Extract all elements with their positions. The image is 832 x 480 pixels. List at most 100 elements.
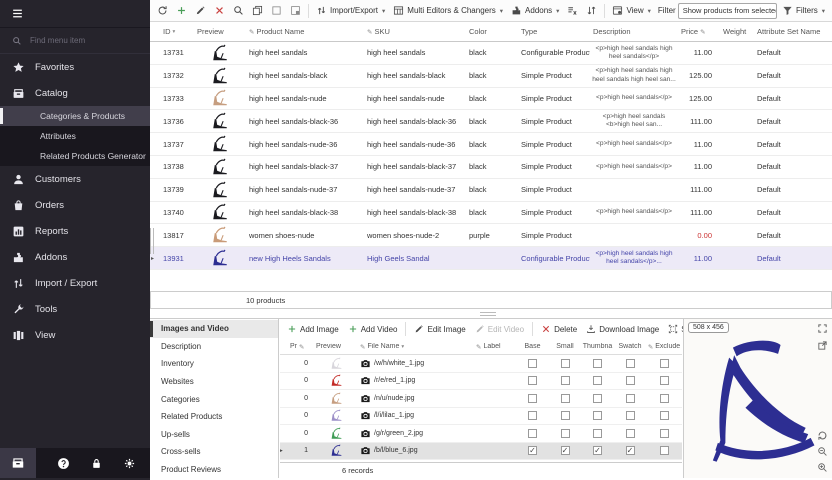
checkbox-thumbnail[interactable]: ✓: [593, 446, 602, 455]
column-header-base[interactable]: Base: [516, 343, 549, 350]
checkbox-small[interactable]: [561, 359, 570, 368]
image-row[interactable]: 0/g/r/green_2.jpg: [280, 425, 682, 443]
zoom-in-icon[interactable]: [817, 462, 828, 473]
checkbox-swatch[interactable]: [626, 394, 635, 403]
image-row[interactable]: 0/n/u/nude.jpg: [280, 390, 682, 408]
column-header-id[interactable]: ID▾: [160, 27, 194, 36]
lock-icon[interactable]: [90, 457, 103, 470]
checkbox-swatch[interactable]: [626, 376, 635, 385]
checkbox-exclude[interactable]: [660, 359, 669, 368]
image-row[interactable]: 0/w/h/white_1.jpg: [280, 355, 682, 373]
sidebar-item-reports[interactable]: Reports: [0, 218, 150, 244]
tab-up-sells[interactable]: Up-sells: [150, 426, 278, 444]
sidebar-item-related-products-generator[interactable]: Related Products Generator: [0, 146, 150, 166]
sidebar-item-categories-products[interactable]: Categories & Products: [0, 106, 150, 126]
checkbox-exclude[interactable]: [660, 411, 669, 420]
add-product-button[interactable]: [173, 2, 190, 20]
checkbox-small[interactable]: [561, 429, 570, 438]
image-row[interactable]: ▸1/b/l/blue_6.jpg✓✓✓✓: [280, 443, 682, 461]
refresh-button[interactable]: [154, 2, 171, 20]
sidebar-item-tools[interactable]: Tools: [0, 296, 150, 322]
checkbox-thumbnail[interactable]: [593, 359, 602, 368]
addons-button[interactable]: Addons▾: [508, 2, 562, 20]
select-checkbox-button[interactable]: [268, 2, 285, 20]
table-row[interactable]: 13732high heel sandals-blackhigh heel sa…: [150, 65, 832, 88]
table-row[interactable]: 13736high heel sandals-black-36high heel…: [150, 110, 832, 133]
column-header-file-name[interactable]: ✎File Name▾: [358, 343, 474, 351]
checkbox-base[interactable]: ✓: [528, 446, 537, 455]
column-header-exclude[interactable]: ✎Exclude: [646, 343, 682, 351]
tab-images-and-video[interactable]: Images and Video: [150, 320, 278, 338]
checkbox-exclude[interactable]: [660, 394, 669, 403]
search-products-button[interactable]: [230, 2, 247, 20]
table-row[interactable]: 13733high heel sandals-nudehigh heel san…: [150, 88, 832, 111]
checkbox-swatch[interactable]: [626, 411, 635, 420]
edit-image-button[interactable]: Edit Image: [411, 320, 468, 338]
tab-inventory[interactable]: Inventory: [150, 355, 278, 373]
checkbox-base[interactable]: [528, 359, 537, 368]
panel-splitter[interactable]: [480, 312, 496, 316]
fullscreen-icon[interactable]: [817, 323, 828, 334]
column-header-thumbna[interactable]: Thumbna: [581, 343, 614, 350]
hamburger-menu-button[interactable]: [0, 0, 150, 28]
open-external-icon[interactable]: [817, 340, 828, 351]
gear-icon[interactable]: [123, 457, 136, 470]
checkbox-thumbnail[interactable]: [593, 376, 602, 385]
table-row[interactable]: 13740high heel sandals-black-38high heel…: [150, 202, 832, 225]
rotate-icon[interactable]: [817, 430, 828, 441]
import-export-button[interactable]: Import/Export▾: [313, 2, 388, 20]
table-row[interactable]: 13737high heel sandals-nude-36high heel …: [150, 133, 832, 156]
column-header-weight[interactable]: Weight: [720, 27, 754, 36]
checkbox-base[interactable]: [528, 411, 537, 420]
checkbox-small[interactable]: [561, 411, 570, 420]
tab-related-products[interactable]: Related Products: [150, 408, 278, 426]
filters-button[interactable]: Filters▾: [779, 2, 828, 20]
checkbox-base[interactable]: [528, 394, 537, 403]
translate-button[interactable]: [564, 2, 581, 20]
column-header-type[interactable]: Type: [518, 27, 590, 36]
column-header-description[interactable]: Description: [590, 27, 678, 36]
column-header-color[interactable]: Color: [466, 27, 518, 36]
column-header-pr[interactable]: Pr✎: [288, 343, 314, 351]
sort-button[interactable]: [583, 2, 600, 20]
tab-description[interactable]: Description: [150, 338, 278, 356]
download-image-button[interactable]: Download Image: [583, 320, 662, 338]
image-row[interactable]: 0/r/e/red_1.jpg: [280, 373, 682, 391]
checkbox-thumbnail[interactable]: [593, 411, 602, 420]
column-header-product-name[interactable]: ✎Product Name: [246, 27, 364, 36]
sidebar-item-addons[interactable]: Addons: [0, 244, 150, 270]
sidebar-item-customers[interactable]: Customers: [0, 166, 150, 192]
column-header-small[interactable]: Small: [549, 343, 581, 350]
tab-cross-sells[interactable]: Cross-sells: [150, 443, 278, 461]
column-header-preview[interactable]: Preview: [194, 27, 246, 36]
add-video-button[interactable]: Add Video: [345, 320, 401, 338]
multi-editors-button[interactable]: Multi Editors & Changers▾: [390, 2, 506, 20]
sidebar-item-favorites[interactable]: Favorites: [0, 54, 150, 80]
column-header-label[interactable]: ✎Label: [474, 343, 516, 351]
menu-search[interactable]: [0, 28, 150, 54]
view-button[interactable]: View▾: [609, 2, 653, 20]
checkbox-exclude[interactable]: [660, 446, 669, 455]
table-row[interactable]: 13817women shoes-nudewomen shoes-nude-2p…: [150, 224, 832, 247]
copy-cell-button[interactable]: [287, 2, 304, 20]
column-header-preview[interactable]: Preview: [314, 343, 358, 350]
copy-button[interactable]: [249, 2, 266, 20]
checkbox-thumbnail[interactable]: [593, 394, 602, 403]
tab-product-reviews[interactable]: Product Reviews: [150, 461, 278, 479]
sidebar-item-import-export[interactable]: Import / Export: [0, 270, 150, 296]
checkbox-base[interactable]: [528, 376, 537, 385]
image-row[interactable]: 0/l/i/lilac_1.jpg: [280, 408, 682, 426]
column-header-price[interactable]: Price✎: [678, 27, 720, 36]
column-header-sku[interactable]: ✎SKU: [364, 27, 466, 36]
checkbox-small[interactable]: [561, 394, 570, 403]
edit-video-button[interactable]: Edit Video: [472, 320, 527, 338]
menu-search-input[interactable]: [30, 36, 130, 45]
sidebar-item-catalog[interactable]: Catalog: [0, 80, 150, 106]
checkbox-small[interactable]: [561, 376, 570, 385]
help-icon[interactable]: [57, 457, 70, 470]
tab-websites[interactable]: Websites: [150, 373, 278, 391]
column-header-swatch[interactable]: Swatch: [614, 343, 646, 350]
zoom-out-icon[interactable]: [817, 446, 828, 457]
sidebar-splitter[interactable]: [150, 228, 154, 254]
checkbox-swatch[interactable]: [626, 429, 635, 438]
